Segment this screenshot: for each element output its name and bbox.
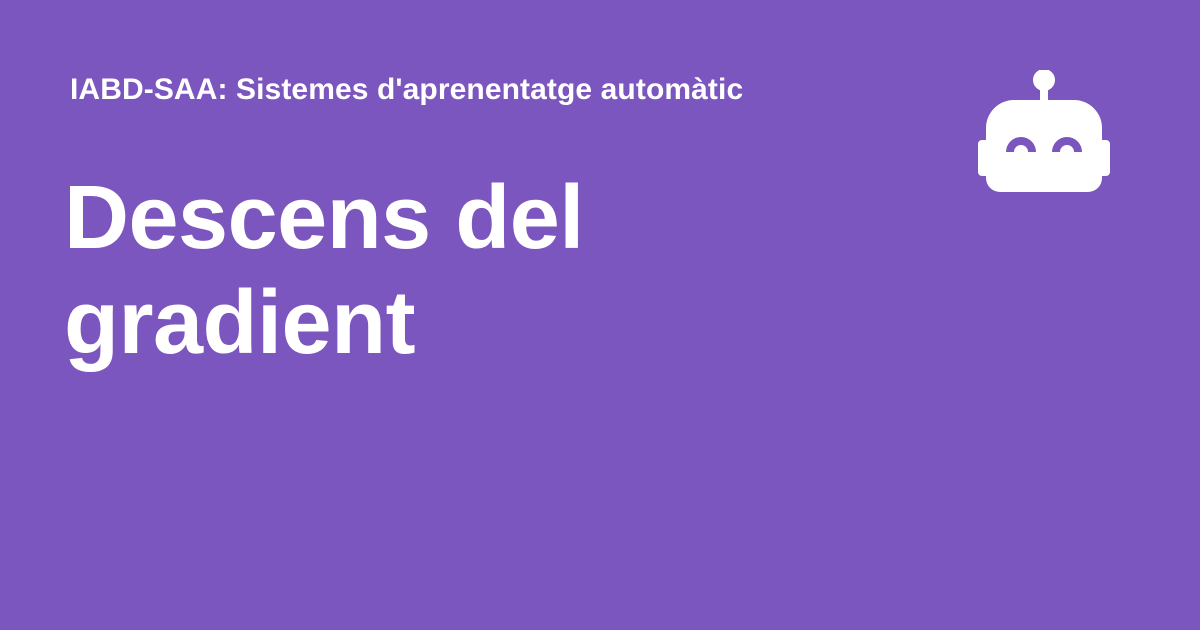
robot-icon <box>974 70 1114 195</box>
social-card: IABD-SAA: Sistemes d'aprenentatge automà… <box>0 0 1200 630</box>
course-title: IABD-SAA: Sistemes d'aprenentatge automà… <box>70 73 744 106</box>
page-title: Descens del gradient <box>64 168 584 373</box>
